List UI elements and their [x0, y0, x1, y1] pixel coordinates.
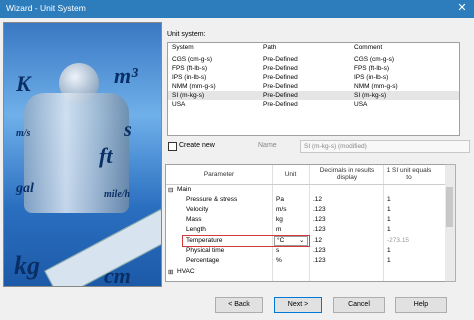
- column-header-si: 1 SI unit equals to: [386, 167, 432, 181]
- create-new-checkbox[interactable]: [168, 142, 177, 151]
- unit-system-label: Unit system:: [167, 31, 206, 38]
- list-item[interactable]: FPS (ft-lb-s) Pre-Defined FPS (ft-lb-s): [168, 64, 459, 73]
- param-si: 1: [387, 226, 391, 233]
- param-si: -273.15: [387, 237, 410, 244]
- splash-label: kg: [14, 251, 40, 280]
- column-header-parameter: Parameter: [203, 171, 235, 178]
- splash-label: m³: [114, 63, 138, 88]
- comment-cell: USA: [354, 101, 368, 108]
- window-title: Wizard - Unit System: [6, 3, 86, 13]
- param-unit: m/s: [276, 206, 287, 213]
- list-item[interactable]: NMM (mm-g-s) Pre-Defined NMM (mm-g-s): [168, 82, 459, 91]
- param-decimals: .123: [313, 257, 326, 264]
- group-label: HVAC: [177, 268, 195, 275]
- group-row-main[interactable]: ⊟ Main: [166, 185, 446, 195]
- param-decimals: .123: [313, 226, 326, 233]
- back-button[interactable]: < Back: [215, 297, 263, 313]
- unit-system-list[interactable]: System Path Comment CGS (cm-g-s) Pre-Def…: [167, 42, 460, 136]
- scrollbar-thumb[interactable]: [446, 187, 453, 227]
- param-name: Pressure & stress: [186, 196, 238, 203]
- parameter-grid[interactable]: Parameter Unit Decimals in results displ…: [165, 164, 447, 282]
- param-name: Mass: [186, 216, 202, 223]
- system-cell: CGS (cm-g-s): [172, 56, 213, 63]
- next-button[interactable]: Next >: [274, 297, 322, 313]
- param-name: Velocity: [186, 206, 209, 213]
- list-item[interactable]: IPS (in-lb-s) Pre-Defined IPS (in-lb-s): [168, 73, 459, 82]
- path-cell: Pre-Defined: [263, 101, 298, 108]
- splash-label: gal: [16, 181, 34, 196]
- unit-system-header: System Path Comment: [168, 43, 459, 53]
- param-si: 1: [387, 206, 391, 213]
- create-new-label: Create new: [179, 142, 215, 149]
- param-decimals: .123: [313, 206, 326, 213]
- title-bar: Wizard - Unit System ✕: [0, 0, 474, 18]
- cancel-button[interactable]: Cancel: [333, 297, 385, 313]
- parameter-grid-header: Parameter Unit Decimals in results displ…: [166, 165, 446, 185]
- system-cell: NMM (mm-g-s): [172, 83, 216, 90]
- path-cell: Pre-Defined: [263, 83, 298, 90]
- param-unit: %: [276, 257, 282, 264]
- param-si: 1: [387, 196, 391, 203]
- list-item[interactable]: CGS (cm-g-s) Pre-Defined CGS (cm-g-s): [168, 55, 459, 64]
- name-label: Name: [258, 142, 277, 149]
- expand-icon[interactable]: ⊞: [168, 268, 173, 276]
- splash-label: s: [124, 119, 132, 141]
- help-button[interactable]: Help: [395, 297, 447, 313]
- group-label: Main: [177, 186, 192, 193]
- comment-cell: IPS (in-lb-s): [354, 74, 389, 81]
- table-row[interactable]: Mass kg .123 1: [166, 215, 446, 225]
- param-unit: Pa: [276, 196, 284, 203]
- close-icon[interactable]: ✕: [455, 1, 469, 15]
- collapse-icon[interactable]: ⊟: [168, 186, 173, 194]
- param-unit: kg: [276, 216, 283, 223]
- param-name: Physical time: [186, 247, 225, 254]
- table-row[interactable]: Physical time s .123 1: [166, 246, 446, 256]
- column-header-unit: Unit: [284, 171, 297, 178]
- param-unit: m: [276, 226, 282, 233]
- param-decimals: .12: [313, 196, 323, 203]
- name-field[interactable]: SI (m-kg-s) (modified): [300, 140, 470, 153]
- system-cell: SI (m-kg-s): [172, 92, 205, 99]
- system-cell: USA: [172, 101, 186, 108]
- column-header-decimals: Decimals in results display: [319, 167, 375, 181]
- table-row[interactable]: Pressure & stress Pa .12 1: [166, 195, 446, 205]
- list-item[interactable]: USA Pre-Defined USA: [168, 100, 459, 109]
- path-cell: Pre-Defined: [263, 74, 298, 81]
- table-row[interactable]: Length m .123 1: [166, 225, 446, 235]
- column-header-comment[interactable]: Comment: [354, 44, 382, 51]
- param-si: 1: [387, 216, 391, 223]
- splash-label: K: [16, 71, 31, 96]
- unit-splash-image: K m³ m/s s ft gal mile/h kg cm: [3, 22, 162, 287]
- splash-label: ft: [99, 143, 113, 168]
- system-cell: FPS (ft-lb-s): [172, 65, 208, 72]
- path-cell: Pre-Defined: [263, 92, 298, 99]
- table-row[interactable]: Percentage % .123 1: [166, 256, 446, 266]
- splash-label: mile/h: [104, 189, 131, 200]
- list-item-selected[interactable]: SI (m-kg-s) Pre-Defined SI (m-kg-s): [168, 91, 459, 100]
- param-name: Length: [186, 226, 206, 233]
- path-cell: Pre-Defined: [263, 56, 298, 63]
- column-header-path[interactable]: Path: [263, 44, 276, 51]
- comment-cell: FPS (ft-lb-s): [354, 65, 390, 72]
- param-si: 1: [387, 257, 391, 264]
- name-field-value: SI (m-kg-s) (modified): [304, 143, 367, 150]
- param-decimals: .123: [313, 247, 326, 254]
- splash-label: cm: [104, 263, 131, 287]
- vertical-scrollbar[interactable]: [445, 164, 456, 282]
- table-row[interactable]: Velocity m/s .123 1: [166, 205, 446, 215]
- comment-cell: NMM (mm-g-s): [354, 83, 398, 90]
- path-cell: Pre-Defined: [263, 65, 298, 72]
- column-header-system[interactable]: System: [172, 44, 194, 51]
- param-unit: s: [276, 247, 280, 254]
- param-decimals: .123: [313, 216, 326, 223]
- param-decimals: .12: [313, 237, 323, 244]
- system-cell: IPS (in-lb-s): [172, 74, 207, 81]
- param-name: Percentage: [186, 257, 220, 264]
- splash-label: m/s: [16, 128, 31, 139]
- comment-cell: SI (m-kg-s): [354, 92, 387, 99]
- group-row-hvac[interactable]: ⊞ HVAC: [166, 267, 446, 277]
- param-si: 1: [387, 247, 391, 254]
- comment-cell: CGS (cm-g-s): [354, 56, 395, 63]
